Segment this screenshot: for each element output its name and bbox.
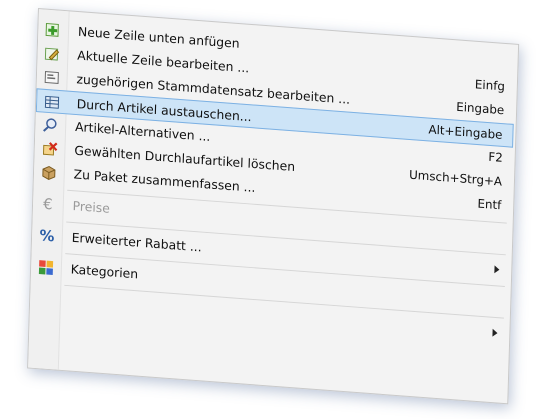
magnifier-icon	[41, 115, 59, 134]
menu-item-shortcut: Alt+Eingabe	[428, 122, 503, 142]
categories-icon	[37, 258, 55, 277]
menu-item-shortcut: Umsch+Strg+A	[408, 167, 503, 189]
percent-icon: %	[39, 226, 55, 246]
submenu-arrow-icon	[492, 328, 498, 338]
menu-item-shortcut: Entf	[477, 196, 502, 213]
euro-icon: €	[42, 194, 53, 214]
context-menu: Neue Zeile unten anfügen Aktuelle Zeile …	[27, 8, 520, 405]
menu-item-label: Kategorien	[70, 261, 139, 282]
add-row-icon	[44, 20, 62, 39]
master-record-icon	[43, 68, 61, 87]
menu-item-shortcut: Einfg	[474, 77, 506, 94]
menu-item-label: Preise	[72, 198, 111, 216]
menu-item-shortcut: Eingabe	[456, 99, 505, 118]
delete-item-icon	[40, 139, 58, 158]
grid-table-icon	[43, 93, 61, 112]
edit-row-icon	[43, 44, 61, 63]
screenshot-stage: Neue Zeile unten anfügen Aktuelle Zeile …	[0, 0, 539, 419]
menu-item-shortcut: F2	[488, 149, 503, 165]
package-icon	[40, 163, 58, 182]
menu-item-label: Erweiterter Rabatt ...	[71, 229, 202, 255]
submenu-arrow-icon	[494, 265, 500, 274]
